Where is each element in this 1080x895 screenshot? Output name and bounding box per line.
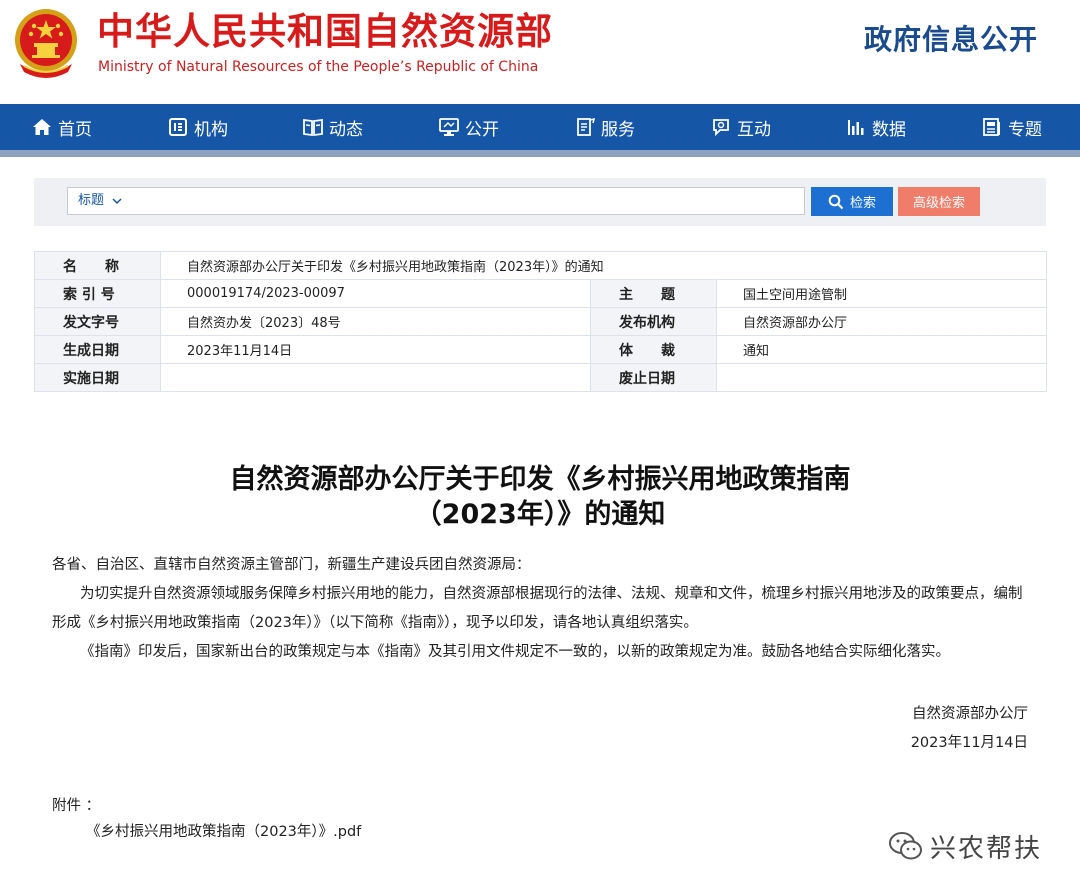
- bar-chart-icon: [848, 120, 864, 135]
- article-para2: 《指南》印发后，国家新出台的政策规定与本《指南》及其引用文件规定不一致的，以新的…: [80, 644, 950, 660]
- meta-value: [160, 363, 591, 392]
- search-button-label: 检索: [849, 196, 876, 211]
- nav-label: 机构: [194, 119, 228, 140]
- topic-icon: [983, 118, 1000, 136]
- nav-item-org[interactable]: 机构: [168, 104, 228, 150]
- meta-label: 发文字号: [34, 307, 161, 336]
- advanced-search-button[interactable]: 高级检索: [898, 187, 980, 216]
- search-select-value: 标题: [78, 193, 105, 208]
- nav-item-public[interactable]: 公开: [439, 104, 499, 150]
- nav-label: 专题: [1008, 119, 1042, 140]
- meta-row-docno: 发文字号 自然资办发〔2023〕48号 发布机构 自然资源部办公厅: [34, 307, 1048, 336]
- meta-value: 国土空间用途管制: [715, 279, 1048, 308]
- meta-label: 主 题: [590, 279, 717, 308]
- site-title-cn: 中华人民共和国自然资源部: [97, 10, 553, 53]
- meta-label: 生成日期: [34, 335, 161, 364]
- meta-value: 000019174/2023-00097: [160, 279, 591, 308]
- article-title-line2: （2023年）》的通知: [414, 499, 666, 530]
- search-box: 标题: [67, 187, 805, 215]
- article-para1-line1: 为切实提升自然资源领域服务保障乡村振兴用地的能力，自然资源部根据现行的法律、法规…: [80, 586, 1023, 602]
- document-meta-table: 名 称 自然资源部办公厅关于印发《乡村振兴用地政策指南（2023年）》的通知 索…: [34, 251, 1048, 392]
- article-title: 自然资源部办公厅关于印发《乡村振兴用地政策指南 （2023年）》的通知: [0, 462, 1080, 532]
- nav-item-topic[interactable]: 专题: [982, 104, 1042, 150]
- meta-row-index: 索 引 号 000019174/2023-00097 主 题 国土空间用途管制: [34, 279, 1048, 308]
- wechat-watermark: 兴农帮扶: [888, 828, 1042, 864]
- meta-row-name: 名 称 自然资源部办公厅关于印发《乡村振兴用地政策指南（2023年）》的通知: [34, 251, 1048, 280]
- nav-label: 动态: [329, 119, 363, 140]
- book-icon: [303, 118, 323, 137]
- meta-label: 体 裁: [590, 335, 717, 364]
- monitor-icon: [439, 118, 459, 136]
- search-panel: 标题 检索 高级检索: [34, 178, 1046, 226]
- nav-item-home[interactable]: 首页: [32, 104, 92, 150]
- search-icon: [828, 194, 844, 209]
- meta-label: 索 引 号: [34, 279, 161, 308]
- search-button[interactable]: 检索: [811, 187, 893, 216]
- meta-value: 2023年11月14日: [160, 335, 591, 364]
- chat-icon: [713, 119, 729, 137]
- meta-value: 通知: [715, 335, 1048, 364]
- meta-label: 实施日期: [34, 363, 161, 392]
- main-nav: 首页 机构 动态 公开 服务 互动 数据 专题: [0, 104, 1080, 150]
- meta-row-created: 生成日期 2023年11月14日 体 裁 通知: [34, 335, 1048, 364]
- national-emblem-icon: [15, 9, 77, 78]
- org-icon: [169, 118, 187, 136]
- meta-value: 自然资源部办公厅: [715, 307, 1048, 336]
- nav-item-interact[interactable]: 互动: [711, 104, 771, 150]
- meta-value: [715, 363, 1048, 392]
- nav-item-service[interactable]: 服务: [575, 104, 635, 150]
- article-para1-line2: 形成《乡村振兴用地政策指南（2023年）》（以下简称《指南》），现予以印发，请各…: [52, 615, 698, 631]
- search-input[interactable]: [158, 190, 802, 214]
- meta-row-effective: 实施日期 废止日期: [34, 363, 1048, 392]
- nav-label: 公开: [465, 119, 499, 140]
- signature-date: 2023年11月14日: [910, 735, 1028, 751]
- article-salutation: 各省、自治区、直辖市自然资源主管部门，新疆生产建设兵团自然资源局：: [52, 557, 531, 573]
- nav-label: 服务: [601, 119, 635, 140]
- nav-label: 首页: [58, 119, 92, 140]
- signature-org: 自然资源部办公厅: [912, 706, 1028, 722]
- meta-label: 发布机构: [590, 307, 717, 336]
- advanced-search-label: 高级检索: [912, 196, 965, 211]
- nav-item-data[interactable]: 数据: [846, 104, 906, 150]
- nav-item-news[interactable]: 动态: [303, 104, 363, 150]
- meta-value: 自然资源部办公厅关于印发《乡村振兴用地政策指南（2023年）》的通知: [159, 251, 1048, 280]
- article-title-line1: 自然资源部办公厅关于印发《乡村振兴用地政策指南: [229, 464, 851, 495]
- nav-label: 互动: [737, 119, 771, 140]
- nav-label: 数据: [872, 119, 906, 140]
- gov-info-title: 政府信息公开: [863, 23, 1038, 56]
- chevron-down-icon: [112, 197, 122, 204]
- search-field-select[interactable]: 标题: [78, 188, 122, 214]
- meta-value: 自然资办发〔2023〕48号: [160, 307, 591, 336]
- site-title-en: Ministry of Natural Resources of the Peo…: [98, 59, 539, 75]
- wechat-icon: [889, 832, 922, 860]
- meta-label: 废止日期: [590, 363, 717, 392]
- watermark-text: 兴农帮扶: [930, 833, 1043, 864]
- home-icon: [33, 119, 51, 135]
- document-icon: [577, 117, 595, 136]
- site-header: 中华人民共和国自然资源部 Ministry of Natural Resourc…: [0, 0, 1080, 104]
- meta-label: 名 称: [34, 251, 161, 280]
- attachment-link[interactable]: 《乡村振兴用地政策指南（2023年）》.pdf: [86, 820, 361, 841]
- nav-divider: [0, 150, 1080, 157]
- attachment-label: 附件 ：: [52, 798, 101, 814]
